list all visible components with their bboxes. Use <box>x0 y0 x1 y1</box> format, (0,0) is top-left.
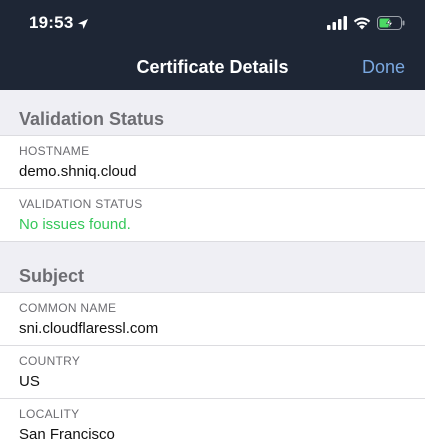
section-subject: COMMON NAME sni.cloudflaressl.com COUNTR… <box>0 292 425 442</box>
section-validation-status: HOSTNAME demo.shniq.cloud VALIDATION STA… <box>0 135 425 242</box>
location-arrow-icon <box>77 17 89 29</box>
time-group: 19:53 <box>29 12 89 34</box>
status-time: 19:53 <box>29 13 74 32</box>
row-label: LOCALITY <box>19 407 80 421</box>
row-validation-status[interactable]: VALIDATION STATUS No issues found. <box>0 188 425 241</box>
status-bar: 19:53 <box>0 0 425 44</box>
row-country[interactable]: COUNTRY US <box>0 345 425 398</box>
battery-charging-icon <box>377 16 405 30</box>
row-hostname[interactable]: HOSTNAME demo.shniq.cloud <box>0 135 425 188</box>
section-header-subject: Subject <box>0 242 425 292</box>
cellular-signal-icon <box>327 16 347 30</box>
certificate-details-list[interactable]: Validation Status HOSTNAME demo.shniq.cl… <box>0 90 425 442</box>
wifi-icon <box>353 16 371 30</box>
status-indicators <box>327 14 405 32</box>
section-title: Validation Status <box>19 109 165 129</box>
row-label: COMMON NAME <box>19 301 117 315</box>
row-common-name[interactable]: COMMON NAME sni.cloudflaressl.com <box>0 292 425 345</box>
navigation-header: 19:53 Certificate Details Done <box>0 0 425 90</box>
validation-status-value: No issues found. <box>19 216 131 233</box>
done-button[interactable]: Done <box>362 57 405 78</box>
section-header-validation-status: Validation Status <box>0 90 425 135</box>
row-label: COUNTRY <box>19 354 81 368</box>
row-value: San Francisco <box>19 426 115 442</box>
row-value: demo.shniq.cloud <box>19 163 137 180</box>
row-value: sni.cloudflaressl.com <box>19 320 159 337</box>
section-title: Subject <box>19 266 85 286</box>
row-label: HOSTNAME <box>19 144 90 158</box>
row-label: VALIDATION STATUS <box>19 197 143 211</box>
row-value: US <box>19 373 40 390</box>
row-locality[interactable]: LOCALITY San Francisco <box>0 398 425 442</box>
